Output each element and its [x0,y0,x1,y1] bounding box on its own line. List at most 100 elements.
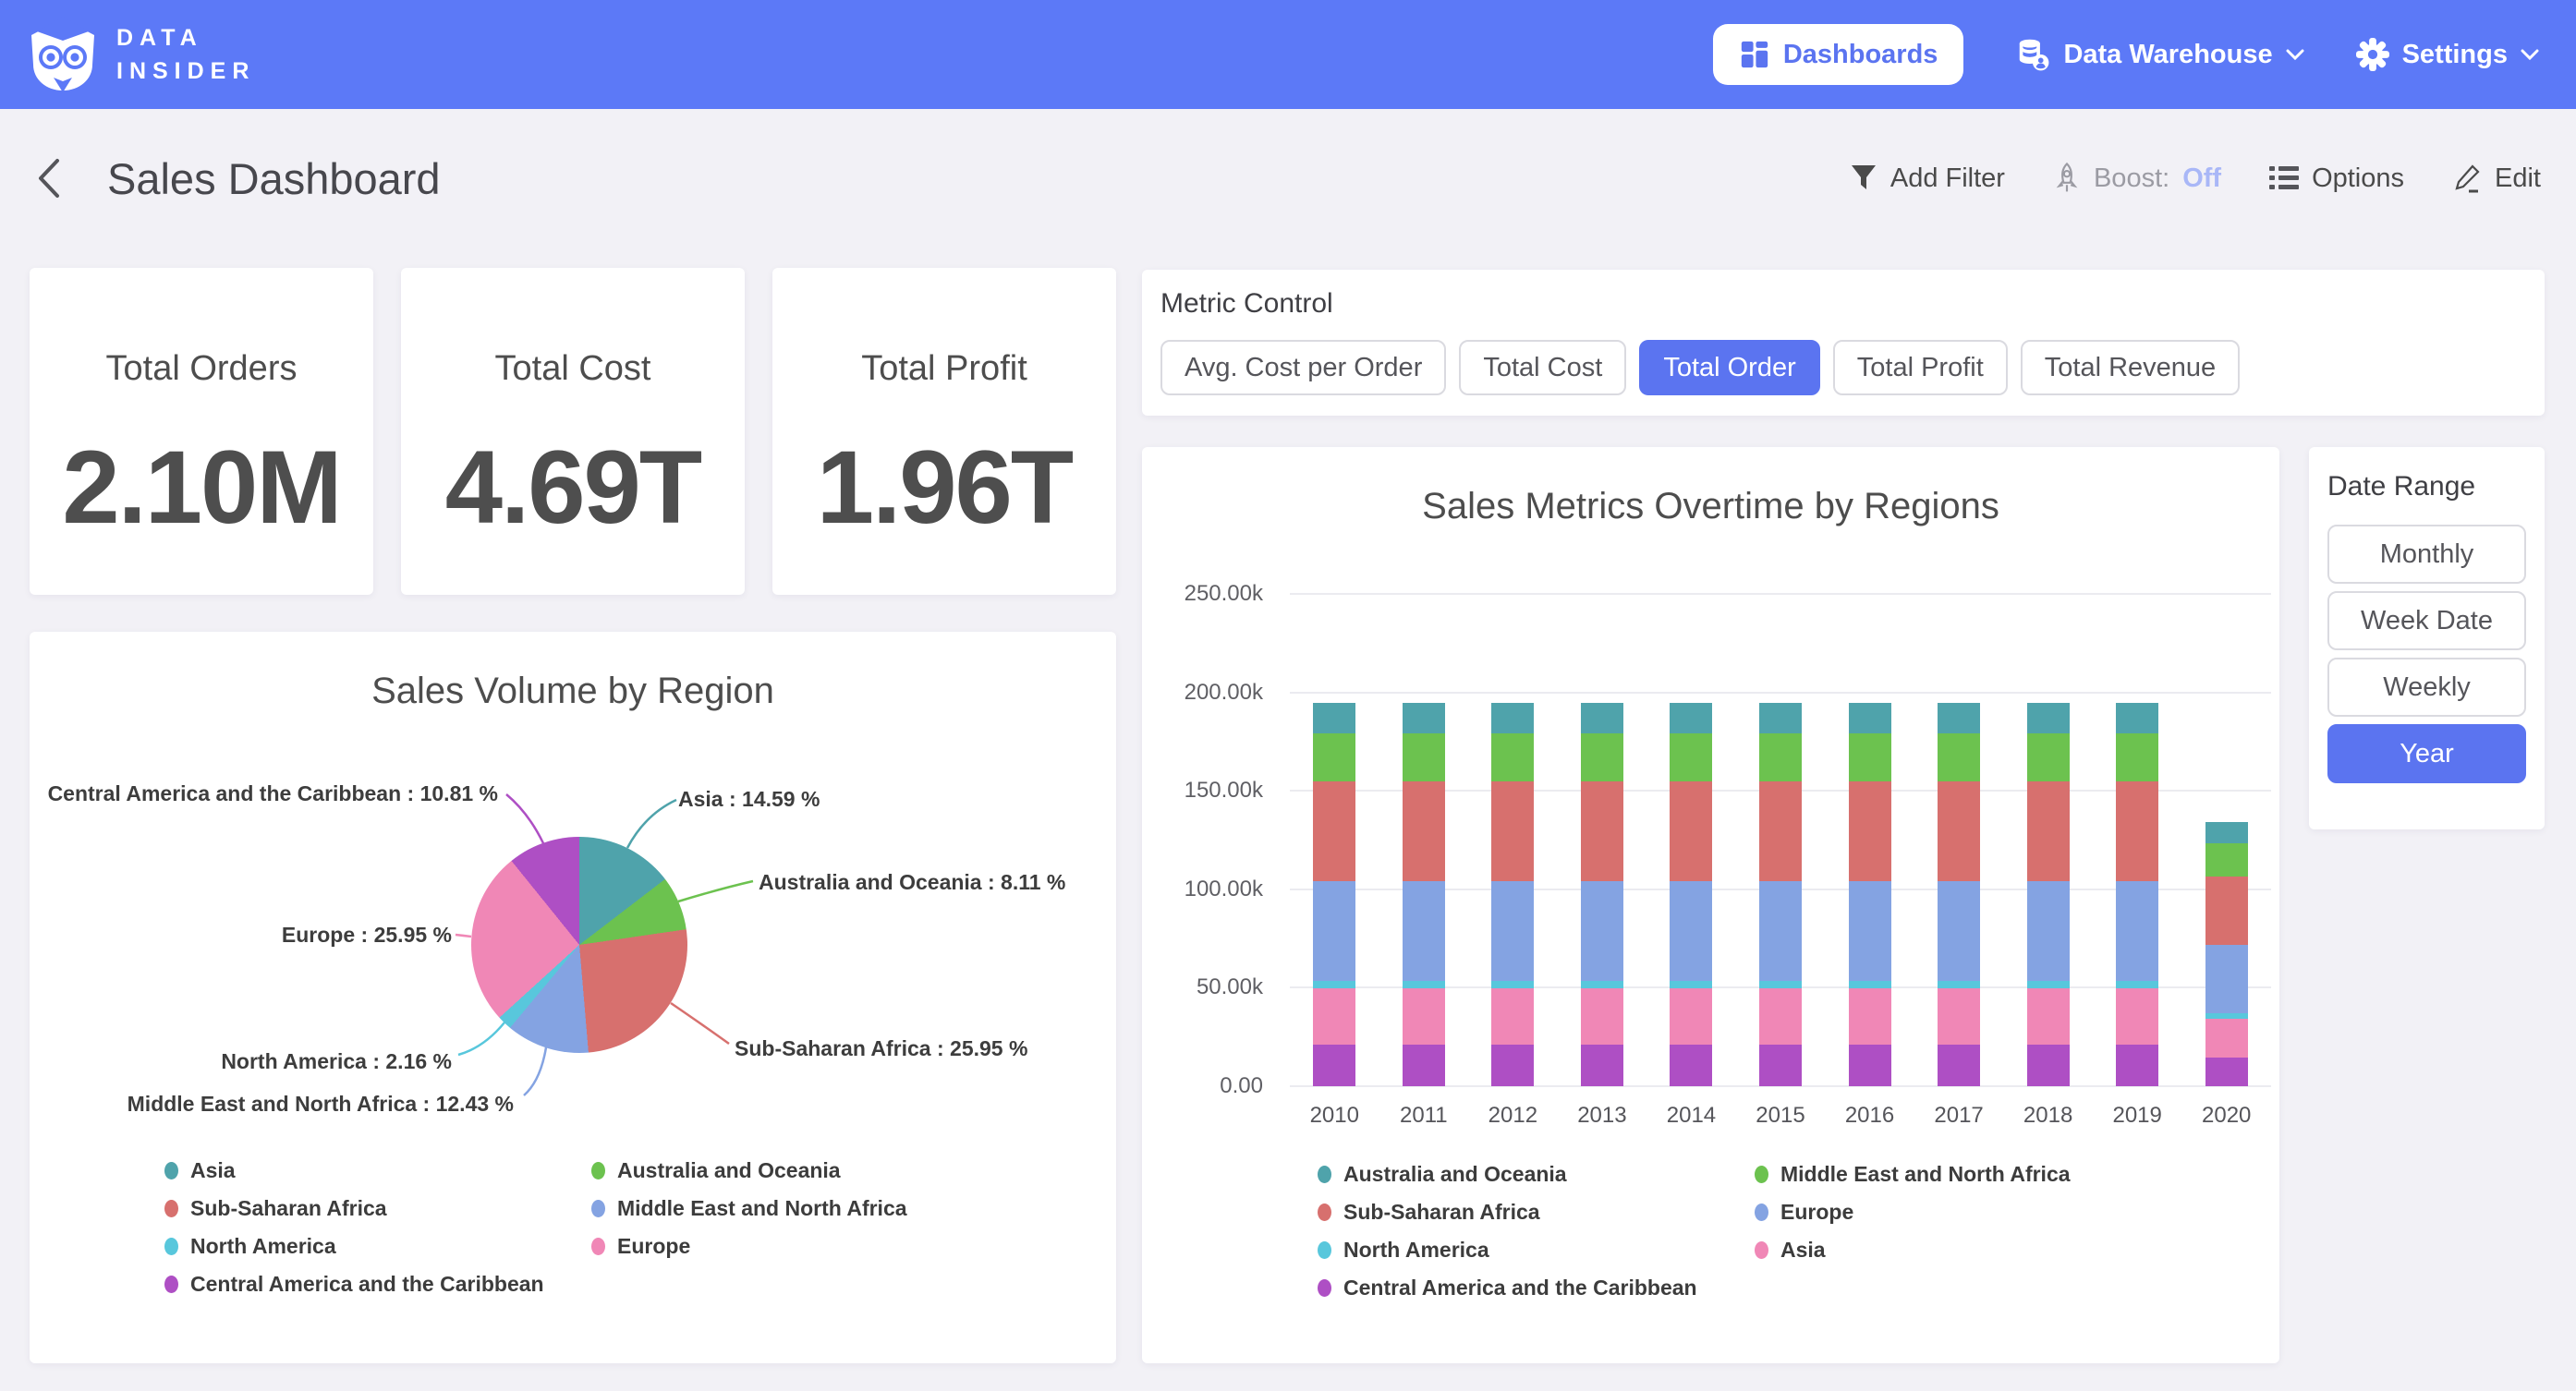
bar-segment[interactable] [1491,703,1534,734]
bar-segment[interactable] [1670,781,1712,881]
bar-segment[interactable] [1938,781,1980,881]
bar-segment[interactable] [1938,981,1980,989]
bar-segment[interactable] [1849,781,1891,881]
bar-segment[interactable] [2027,703,2070,734]
bar-segment[interactable] [1759,881,1802,981]
bar-segment[interactable] [1491,781,1534,881]
bar-segment[interactable] [1313,733,1355,781]
metric-button-avg-cost-per-order[interactable]: Avg. Cost per Order [1160,340,1446,395]
date-range-button-monthly[interactable]: Monthly [2327,525,2526,584]
bar-segment[interactable] [2116,988,2158,1045]
nav-item-data-warehouse[interactable]: Data Warehouse [2015,37,2303,72]
legend-item[interactable]: Australia and Oceania [1318,1162,1755,1187]
legend-item[interactable]: Central America and the Caribbean [1318,1276,1755,1300]
bar-segment[interactable] [2116,781,2158,881]
bar-segment[interactable] [2205,1058,2248,1086]
bar-segment[interactable] [1670,981,1712,989]
bar-segment[interactable] [1759,703,1802,734]
bar-segment[interactable] [1313,881,1355,981]
metric-button-total-order[interactable]: Total Order [1639,340,1819,395]
boost-toggle[interactable]: Boost: Off [2053,162,2221,195]
legend-item[interactable]: Europe [1755,1200,2071,1225]
legend-item[interactable]: Sub-Saharan Africa [1318,1200,1755,1225]
metric-button-total-revenue[interactable]: Total Revenue [2021,340,2240,395]
bar-segment[interactable] [2116,881,2158,981]
bar-segment[interactable] [2027,781,2070,881]
bar-segment[interactable] [1491,733,1534,781]
bar-segment[interactable] [1581,988,1623,1045]
legend-item[interactable]: Europe [591,1234,907,1259]
bar-segment[interactable] [2116,703,2158,734]
nav-item-settings[interactable]: Settings [2356,38,2539,71]
date-range-button-week-date[interactable]: Week Date [2327,591,2526,650]
date-range-button-weekly[interactable]: Weekly [2327,658,2526,717]
add-filter-button[interactable]: Add Filter [1850,163,2005,194]
bar-segment[interactable] [1938,881,1980,981]
date-range-button-year[interactable]: Year [2327,724,2526,783]
bar-segment[interactable] [2205,822,2248,843]
bar-segment[interactable] [2205,877,2248,945]
bar-segment[interactable] [2027,988,2070,1045]
bar-segment[interactable] [1581,981,1623,989]
bar-segment[interactable] [1313,1045,1355,1086]
bar-segment[interactable] [1491,988,1534,1045]
bar-segment[interactable] [2027,733,2070,781]
bar-segment[interactable] [1938,988,1980,1045]
legend-item[interactable]: Asia [164,1158,591,1183]
legend-item[interactable]: Middle East and North Africa [1755,1162,2071,1187]
bar-segment[interactable] [1938,703,1980,734]
bar-segment[interactable] [1670,988,1712,1045]
bar-segment[interactable] [1403,881,1445,981]
bar-segment[interactable] [1849,981,1891,989]
bar-segment[interactable] [1403,1045,1445,1086]
bar-segment[interactable] [2205,1019,2248,1058]
bar-segment[interactable] [2205,843,2248,876]
bar-segment[interactable] [2116,733,2158,781]
bar-segment[interactable] [1938,733,1980,781]
metric-button-total-cost[interactable]: Total Cost [1459,340,1626,395]
bar-segment[interactable] [1759,733,1802,781]
legend-item[interactable]: Sub-Saharan Africa [164,1196,591,1221]
back-chevron-icon[interactable] [35,157,63,200]
bar-segment[interactable] [1759,988,1802,1045]
bar-segment[interactable] [2116,981,2158,989]
bar-segment[interactable] [1670,1045,1712,1086]
bar-segment[interactable] [1849,703,1891,734]
bar-segment[interactable] [1403,733,1445,781]
bar-segment[interactable] [1849,1045,1891,1086]
brand[interactable]: DATA INSIDER [28,17,255,92]
bar-segment[interactable] [1849,733,1891,781]
legend-item[interactable]: North America [164,1234,591,1259]
bar-segment[interactable] [1670,703,1712,734]
bar-segment[interactable] [1313,988,1355,1045]
bar-segment[interactable] [2116,1045,2158,1086]
bar-segment[interactable] [1403,981,1445,989]
bar-segment[interactable] [1403,703,1445,734]
legend-item[interactable]: Australia and Oceania [591,1158,907,1183]
bar-segment[interactable] [1403,781,1445,881]
edit-button[interactable]: Edit [2452,163,2541,194]
bar-segment[interactable] [1581,1045,1623,1086]
bar-segment[interactable] [1670,733,1712,781]
bar-segment[interactable] [1491,1045,1534,1086]
pie-chart[interactable] [471,837,687,1053]
bar-segment[interactable] [2027,881,2070,981]
legend-item[interactable]: Central America and the Caribbean [164,1272,591,1297]
bar-segment[interactable] [1670,881,1712,981]
bar-segment[interactable] [1849,988,1891,1045]
bar-segment[interactable] [1403,988,1445,1045]
bar-segment[interactable] [1581,881,1623,981]
bar-segment[interactable] [2027,1045,2070,1086]
bar-segment[interactable] [1759,981,1802,989]
bar-segment[interactable] [2205,945,2248,1013]
bar-segment[interactable] [1313,781,1355,881]
metric-button-total-profit[interactable]: Total Profit [1833,340,2008,395]
bar-segment[interactable] [1313,703,1355,734]
legend-item[interactable]: North America [1318,1238,1755,1263]
bar-segment[interactable] [1491,881,1534,981]
bar-segment[interactable] [2027,981,2070,989]
legend-item[interactable]: Asia [1755,1238,2071,1263]
bar-segment[interactable] [1581,781,1623,881]
legend-item[interactable]: Middle East and North Africa [591,1196,907,1221]
bar-segment[interactable] [1849,881,1891,981]
